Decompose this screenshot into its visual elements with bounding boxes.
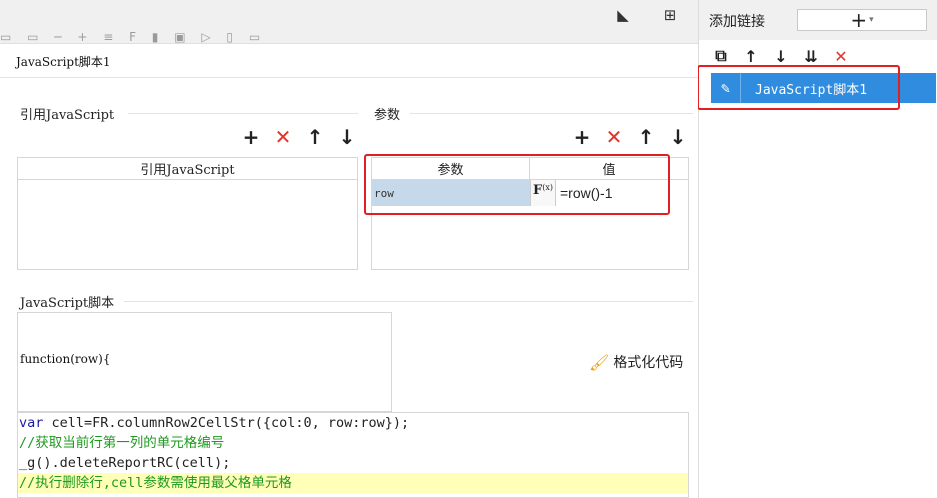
- script-divider: [124, 301, 693, 302]
- function-signature-box: function(row){: [17, 312, 392, 412]
- arrow-down-icon[interactable]: ↓: [669, 125, 687, 149]
- format-code-button[interactable]: 🖌 格式化代码: [589, 352, 683, 372]
- script-section-title: JavaScript脚本: [20, 296, 115, 311]
- script-name-bar: JavaScript脚本1: [0, 44, 698, 78]
- add-icon[interactable]: +: [242, 125, 260, 149]
- param-controls: + ✕ ↑ ↓: [573, 125, 687, 149]
- layout-grid-icon[interactable]: ⊞: [659, 4, 681, 26]
- toolbar-icons-faded: ▭ ▭ ─ + ≡ F ▮ ▣ ▷ ▯ ▭: [0, 30, 267, 44]
- pencil-icon: ✎: [711, 73, 741, 103]
- function-signature: function(row){: [20, 352, 111, 366]
- arrow-up-icon[interactable]: ↑: [637, 125, 655, 149]
- add-icon[interactable]: +: [573, 125, 591, 149]
- ref-js-divider: [128, 113, 358, 114]
- link-list-toolbar: ⧉ ↑ ↓ ⇊ ✕: [711, 46, 851, 66]
- formula-fx-icon[interactable]: F (x): [530, 180, 556, 206]
- param-value-cell[interactable]: =row()-1: [556, 180, 688, 206]
- arrow-down-icon[interactable]: ↓: [338, 125, 356, 149]
- brush-icon: 🖌: [589, 352, 610, 372]
- add-link-dropdown[interactable]: + ▾: [797, 8, 927, 32]
- ref-js-controls: + ✕ ↑ ↓: [242, 125, 356, 149]
- ref-js-column-header: 引用JavaScript: [140, 163, 235, 178]
- ref-js-table-header: 引用JavaScript: [18, 158, 357, 180]
- link-item-label: JavaScript脚本1: [755, 82, 868, 98]
- param-name-cell[interactable]: row: [372, 180, 530, 206]
- arrow-up-icon[interactable]: ↑: [741, 46, 761, 66]
- param-section-title: 参数: [374, 108, 401, 123]
- plus-icon: +: [850, 8, 868, 32]
- param-value-header: 值: [602, 163, 616, 178]
- param-table-header: 参数 值: [372, 158, 688, 180]
- chevron-down-icon: ▾: [869, 15, 874, 25]
- param-divider: [410, 113, 693, 114]
- fx-letter: F: [533, 183, 543, 198]
- param-table: 参数 值 row F (x) =row()-1: [371, 157, 689, 270]
- table-row[interactable]: row F (x) =row()-1: [372, 180, 688, 206]
- ref-js-table: 引用JavaScript: [17, 157, 358, 270]
- arrow-up-icon[interactable]: ↑: [306, 125, 324, 149]
- code-line-3: _g().deleteReportRC(cell);: [19, 455, 231, 471]
- hyperlink-panel-header: 添加链接 + ▾: [699, 0, 937, 40]
- code-line-2: //获取当前行第一列的单元格编号: [19, 435, 225, 451]
- link-list-item[interactable]: ✎ JavaScript脚本1: [711, 73, 936, 103]
- corner-toggle-icon[interactable]: ◣: [612, 4, 634, 26]
- delete-icon[interactable]: ✕: [831, 46, 851, 66]
- code-editor[interactable]: var cell=FR.columnRow2CellStr({col:0, ro…: [17, 412, 689, 498]
- arrow-down-icon[interactable]: ↓: [771, 46, 791, 66]
- copy-icon[interactable]: ⧉: [711, 46, 731, 66]
- code-line-1-text: cell=FR.columnRow2CellStr({col:0, row:ro…: [51, 415, 410, 431]
- code-line-4: //执行删除行,cell参数需使用最父格单元格: [18, 473, 688, 493]
- param-name-header: 参数: [372, 158, 530, 179]
- script-name[interactable]: JavaScript脚本1: [16, 53, 111, 70]
- ref-js-section-title: 引用JavaScript: [20, 108, 115, 123]
- remove-icon[interactable]: ✕: [274, 125, 292, 149]
- add-link-title: 添加链接: [709, 14, 765, 30]
- format-code-label: 格式化代码: [613, 355, 684, 371]
- hyperlink-panel: 添加链接 + ▾ ⧉ ↑ ↓ ⇊ ✕ ✎ JavaScript脚本1: [698, 0, 937, 498]
- move-bottom-icon[interactable]: ⇊: [801, 46, 821, 66]
- code-line-1: var cell=FR.columnRow2CellStr({col:0, ro…: [19, 415, 410, 431]
- remove-icon[interactable]: ✕: [605, 125, 623, 149]
- fx-sub: (x): [542, 183, 553, 192]
- top-toolbar-strip: ▭ ▭ ─ + ≡ F ▮ ▣ ▷ ▯ ▭ ◣ ⊞: [0, 0, 698, 44]
- javascript-editor: JavaScript脚本1 引用JavaScript + ✕ ↑ ↓ 引用Jav…: [0, 44, 698, 498]
